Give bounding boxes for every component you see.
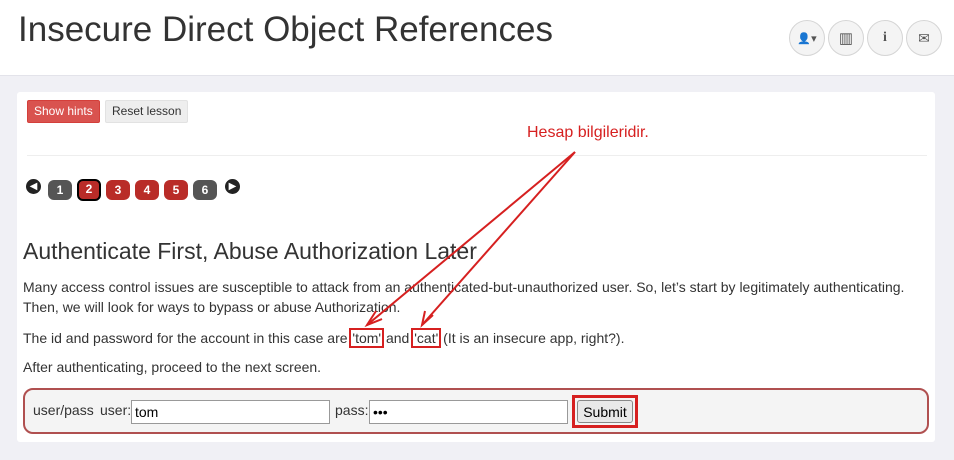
page-link-6[interactable]: 6 [193, 180, 217, 200]
submit-highlight: Submit [572, 395, 638, 428]
lesson-title: Authenticate First, Abuse Authorization … [23, 238, 477, 264]
login-form: user/pass user: pass: Submit [23, 388, 929, 434]
credentials-and: and [382, 330, 414, 346]
credential-password: 'cat' [411, 328, 442, 348]
top-bar: Insecure Direct Object References 👤▾ ▥ i… [0, 0, 954, 76]
contact-button[interactable]: ✉ [906, 20, 942, 56]
page-title: Insecure Direct Object References [18, 10, 553, 49]
envelope-icon: ✉ [918, 29, 930, 46]
info-icon: i [883, 30, 887, 45]
page-link-4[interactable]: 4 [135, 180, 159, 200]
page-link-1[interactable]: 1 [48, 180, 72, 200]
bar-chart-icon: ▥ [838, 30, 854, 47]
user-icon: 👤▾ [797, 32, 817, 45]
password-label: pass: [335, 402, 369, 418]
form-caption: user/pass [33, 402, 94, 418]
divider [27, 155, 927, 156]
about-button[interactable]: i [867, 20, 903, 56]
user-label: user: [100, 402, 132, 418]
lesson-paragraph-next: After authenticating, proceed to the nex… [23, 359, 322, 375]
arrow-left-icon[interactable]: ◀ [26, 179, 41, 194]
page-link-2[interactable]: 2 [77, 179, 101, 201]
reset-lesson-button[interactable]: Reset lesson [105, 100, 189, 123]
report-card-button[interactable]: ▥ [828, 20, 864, 56]
annotation-text: Hesap bilgileridir. [527, 124, 649, 141]
user-menu-button[interactable]: 👤▾ [789, 20, 825, 56]
page-link-3[interactable]: 3 [106, 180, 130, 200]
lesson-paragraph-credentials: The id and password for the account in t… [23, 328, 923, 348]
credential-id: 'tom' [349, 328, 385, 348]
lesson-panel: Show hints Reset lesson ◀ 1 2 3 4 5 6 ▶ … [17, 92, 935, 442]
lesson-paragraph-intro: Many access control issues are susceptib… [23, 279, 905, 315]
credentials-prefix: The id and password for the account in t… [23, 330, 352, 346]
username-input[interactable] [131, 400, 330, 424]
show-hints-button[interactable]: Show hints [27, 100, 100, 123]
arrow-right-icon[interactable]: ▶ [225, 179, 240, 194]
credentials-suffix: (It is an insecure app, right?). [439, 330, 625, 346]
submit-button[interactable]: Submit [577, 400, 633, 423]
password-input[interactable] [369, 400, 568, 424]
page-link-5[interactable]: 5 [164, 180, 188, 200]
